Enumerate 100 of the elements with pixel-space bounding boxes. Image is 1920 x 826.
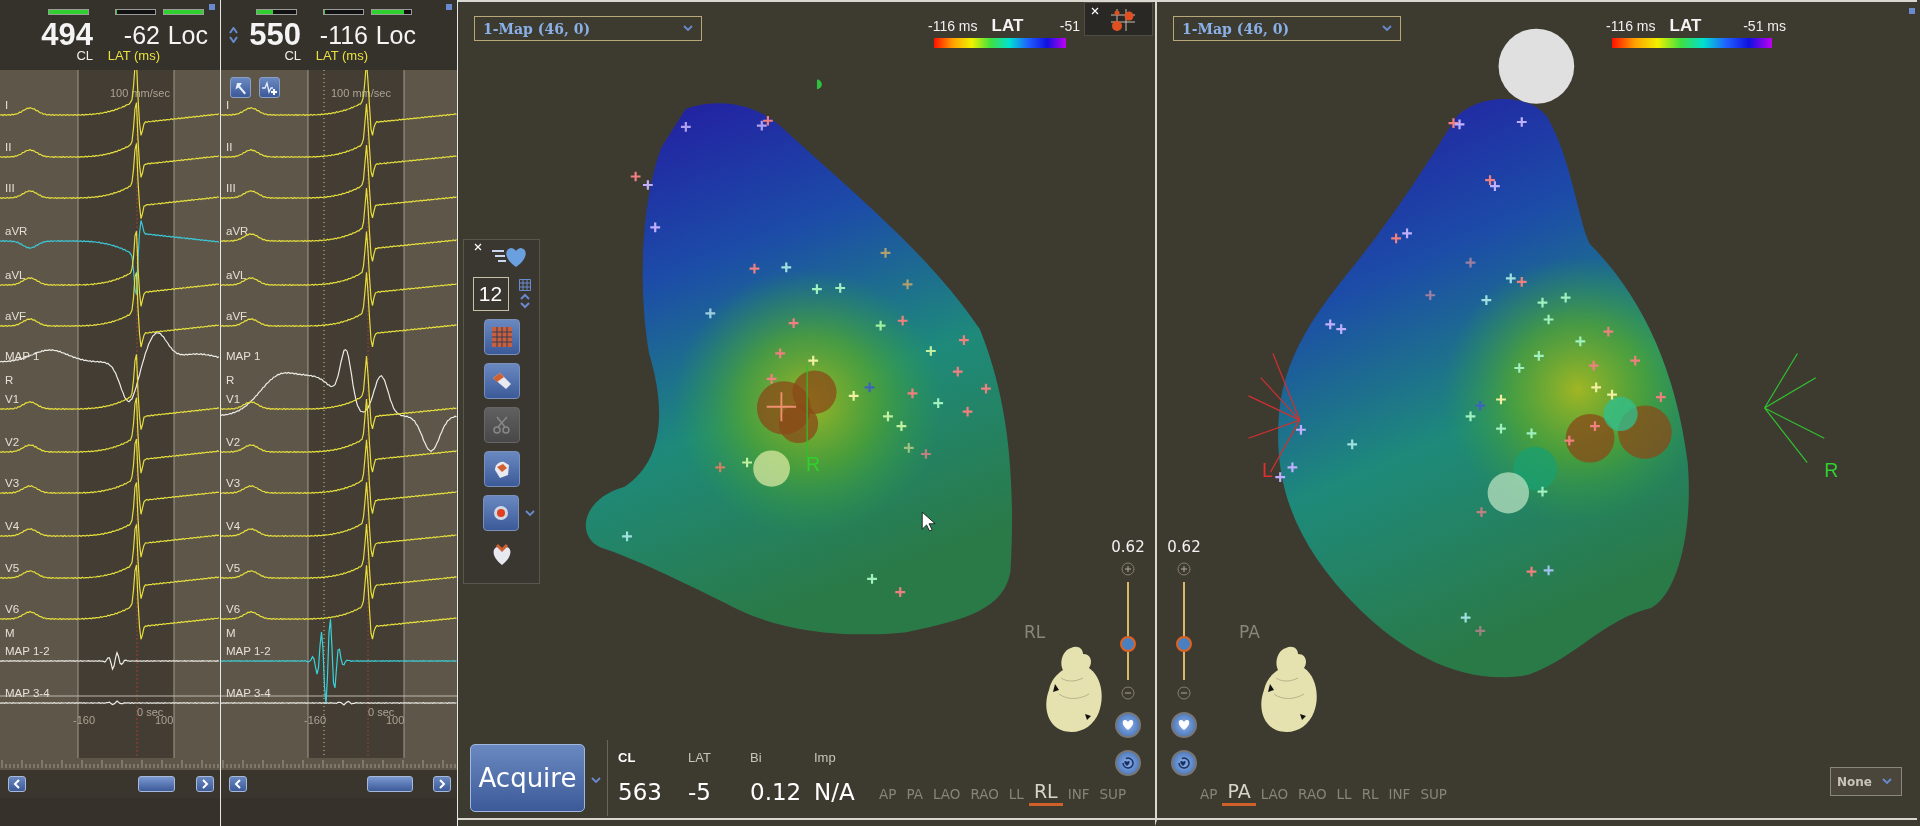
view-button[interactable]: LAO	[927, 786, 966, 806]
chevron-down-icon	[1881, 778, 1892, 785]
legend-min-label: -116 ms	[1606, 18, 1656, 34]
heart-view-button[interactable]	[1115, 712, 1141, 738]
scroll-right-button[interactable]	[196, 776, 214, 792]
view-button[interactable]: INF	[1062, 786, 1095, 806]
channel-label: M	[5, 627, 15, 639]
scroll-left-button[interactable]	[8, 776, 26, 792]
close-icon[interactable]	[1091, 7, 1099, 15]
channel-label: MAP 3-4	[5, 687, 50, 699]
time-axis-label: -160	[304, 714, 327, 726]
channel-label: aVF	[226, 310, 248, 322]
heart-view-button[interactable]	[1171, 712, 1197, 738]
scroll-thumb[interactable]	[138, 776, 175, 792]
readout-value: N/A	[814, 779, 856, 805]
toolbar-button[interactable]	[482, 495, 519, 531]
axis-label: L	[1261, 459, 1273, 482]
view-button[interactable]: SUP	[1094, 786, 1132, 806]
view-button[interactable]: RL	[1028, 780, 1063, 806]
signal-quality-bar	[48, 9, 89, 15]
legend-min-label: -116 ms	[928, 18, 978, 34]
readout-label: Imp	[814, 750, 837, 765]
zoom-value: 0.62	[1167, 538, 1201, 556]
view-button[interactable]: RAO	[965, 786, 1004, 806]
readout-value: 494	[41, 21, 93, 49]
readout-value: Loc	[375, 21, 416, 49]
channel-label: R	[226, 374, 235, 386]
rotate-view-button[interactable]	[1171, 750, 1197, 776]
chevron-down-icon[interactable]	[524, 509, 535, 517]
view-button[interactable]: LL	[1003, 786, 1029, 806]
view-button[interactable]: RAO	[1293, 786, 1332, 806]
tool-button[interactable]	[259, 77, 280, 98]
up-down-arrows-icon[interactable]	[519, 293, 530, 309]
scroll-left-button[interactable]	[229, 776, 247, 792]
view-button[interactable]: PA	[1222, 780, 1256, 806]
map-select[interactable]: 1-Map (46, 0)	[474, 16, 702, 41]
map-select[interactable]: 1-Map (46, 0)	[1173, 16, 1401, 41]
channel-label: III	[226, 182, 236, 194]
readout-value: 0.12	[750, 779, 803, 805]
channel-label: I	[226, 99, 230, 111]
channel-label: MAP 1-2	[226, 645, 271, 657]
grid-icon[interactable]	[518, 279, 531, 291]
view-button[interactable]: AP	[1195, 786, 1223, 806]
view-button[interactable]: LL	[1331, 786, 1357, 806]
view-button[interactable]: SUP	[1415, 786, 1452, 806]
channel-label: aVF	[5, 310, 27, 322]
channel-label: V3	[226, 477, 241, 489]
chevron-right-icon	[438, 779, 446, 789]
cursor-icon	[921, 511, 936, 532]
channel-label: V6	[226, 603, 241, 615]
signal-quality-bar	[323, 9, 364, 15]
legend-title: LAT	[991, 16, 1024, 36]
chevron-left-icon	[234, 779, 242, 789]
zoom-in-icon[interactable]	[1121, 562, 1135, 576]
view-button[interactable]: RL	[1356, 786, 1384, 806]
rotate-view-button[interactable]	[1115, 750, 1141, 776]
heart-icon	[1121, 719, 1135, 731]
channel-label: V2	[226, 436, 241, 448]
heart-icon	[1177, 719, 1191, 731]
acquire-button[interactable]: Acquire	[470, 744, 585, 812]
channel-label: V5	[5, 562, 20, 574]
close-icon[interactable]	[473, 243, 482, 251]
signal-quality-bar	[115, 9, 156, 15]
channel-label: II	[226, 141, 233, 153]
status-indicator	[209, 4, 215, 10]
spinner-icon[interactable]	[229, 27, 238, 43]
channel-label: V2	[5, 436, 20, 448]
readout-value: 563	[618, 779, 663, 805]
tool-button[interactable]	[230, 77, 251, 98]
scissors-icon	[490, 414, 513, 436]
toolbar-button[interactable]	[483, 451, 520, 487]
chevron-down-icon[interactable]	[591, 777, 601, 784]
readout-label: CL	[618, 750, 637, 765]
view-button[interactable]: INF	[1383, 786, 1416, 806]
view-button[interactable]: PA	[901, 786, 928, 806]
readout-label: Bi	[750, 750, 763, 765]
channel-label: III	[5, 182, 15, 194]
zoom-value: 0.62	[1111, 538, 1145, 556]
toolbar-button[interactable]	[483, 363, 520, 399]
status-indicator	[1909, 8, 1915, 14]
channel-label: aVR	[226, 225, 249, 237]
view-button[interactable]: LAO	[1255, 786, 1294, 806]
view-button[interactable]: AP	[874, 786, 902, 806]
zoom-in-icon[interactable]	[1177, 562, 1191, 576]
channel-label: V6	[5, 603, 20, 615]
orientation-label: PA	[1239, 622, 1260, 642]
scroll-right-button[interactable]	[433, 776, 451, 792]
channel-label: M	[226, 627, 236, 639]
chevron-right-icon	[201, 779, 209, 789]
legend-title: LAT	[1669, 16, 1702, 36]
channel-label: I	[5, 99, 9, 111]
overlay-select[interactable]: None	[1830, 767, 1902, 796]
grid-icon	[490, 326, 513, 348]
readout-value: 550	[249, 21, 301, 49]
readout-label: CL	[76, 49, 93, 63]
legend-max-label: -51	[1059, 18, 1080, 34]
add-signal-icon	[261, 80, 278, 95]
scroll-thumb[interactable]	[367, 776, 413, 792]
channel-label: II	[5, 141, 12, 153]
chevron-down-icon	[683, 25, 693, 32]
